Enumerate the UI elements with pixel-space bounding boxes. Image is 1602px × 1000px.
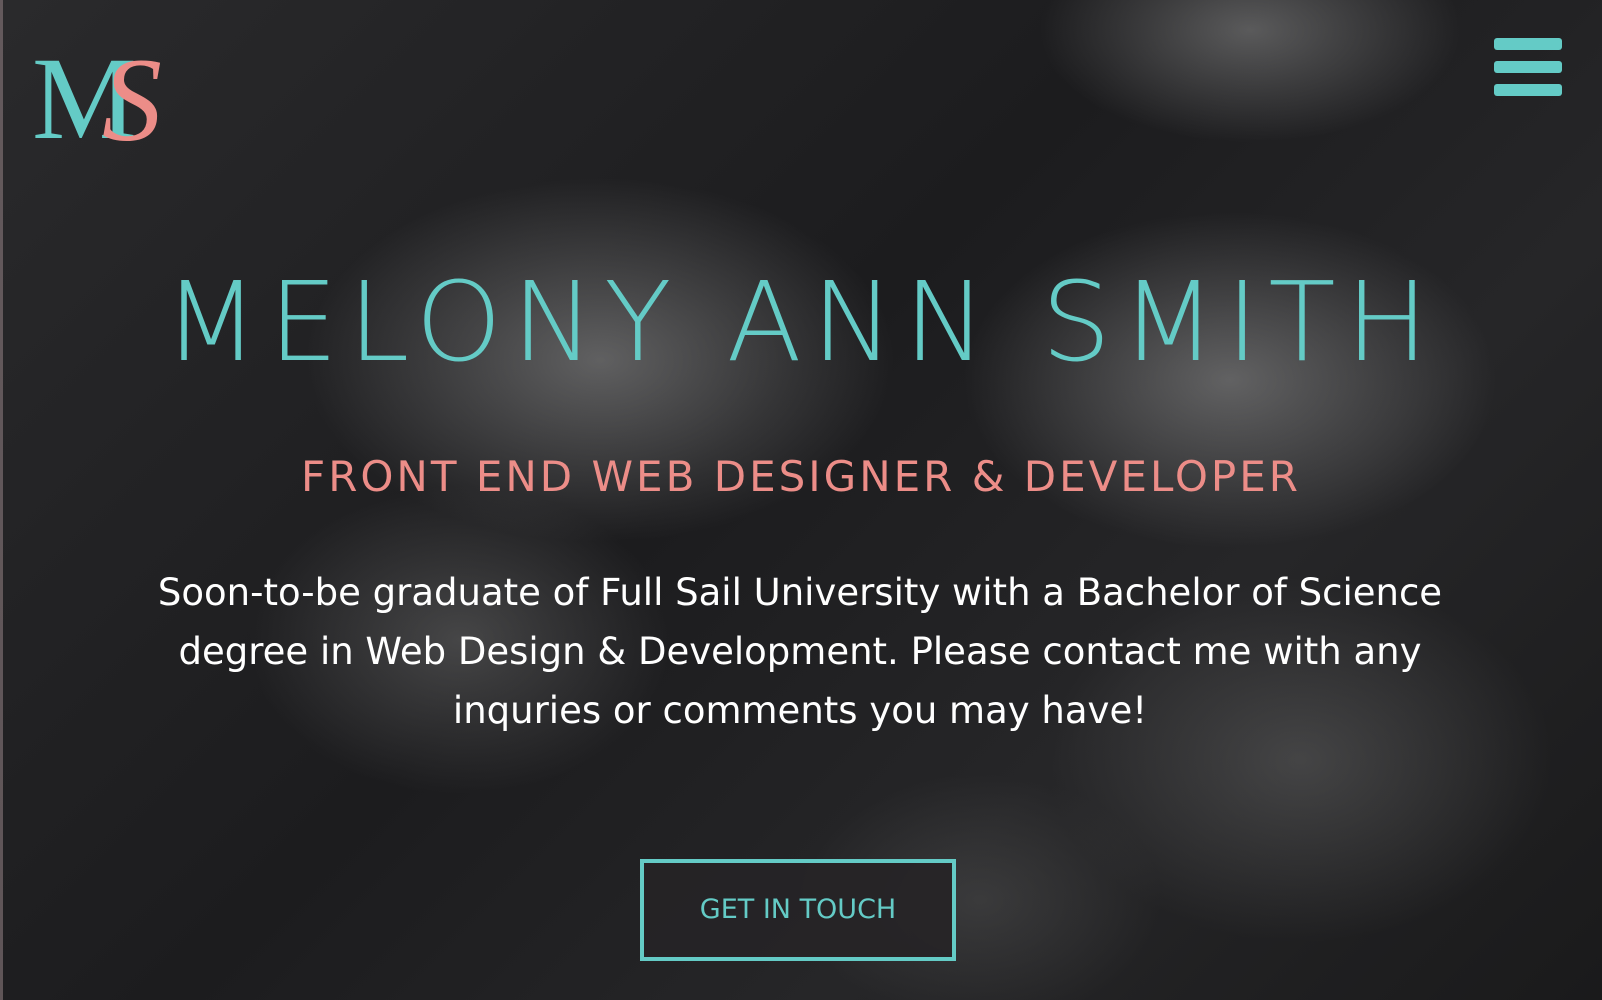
intro-description: Soon-to-be graduate of Full Sail Univers… [157,571,1443,732]
hero-section: M S MELONY ANN SMITH FRONT END WEB DESIG… [0,0,1602,1000]
page-title: MELONY ANN SMITH [163,258,1439,386]
get-in-touch-button[interactable]: GET IN TOUCH [640,859,956,961]
menu-bar [1494,61,1562,73]
hamburger-menu-icon[interactable] [1494,38,1564,98]
page-subtitle: FRONT END WEB DESIGNER & DEVELOPER [301,452,1301,501]
ms-logo[interactable]: M S [30,28,160,156]
menu-bar [1494,38,1562,50]
menu-bar [1494,84,1562,96]
logo-letter-s: S [102,33,160,156]
